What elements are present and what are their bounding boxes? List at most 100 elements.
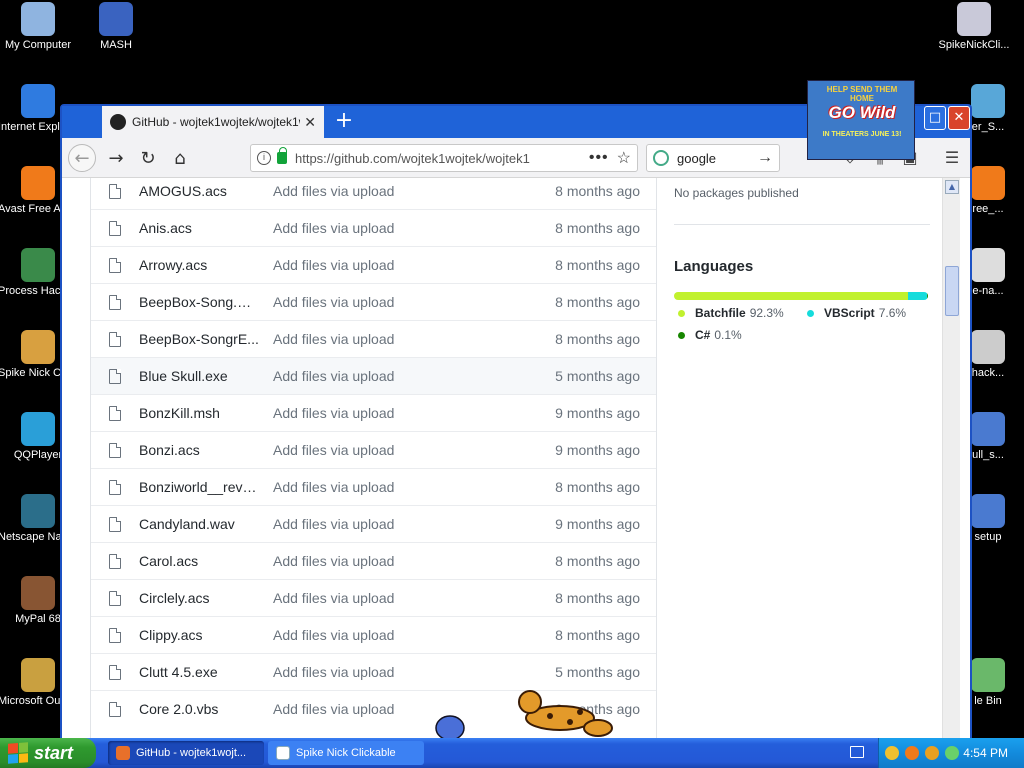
home-button[interactable]: ⌂ — [166, 144, 194, 172]
maximize-button[interactable]: □ — [924, 106, 946, 130]
qqplayer-icon — [21, 412, 55, 446]
scrollbar-thumb[interactable] — [945, 266, 959, 316]
file-row[interactable]: BeepBox-Song.wav Add files via upload 8 mo… — [91, 283, 656, 320]
file-row[interactable]: Blue Skull.exe Add files via upload 5 mont… — [91, 357, 656, 394]
file-name-link[interactable]: Circlely.acs — [139, 590, 259, 606]
clock: 4:54 PM — [963, 746, 1008, 760]
close-window-button[interactable]: ✕ — [948, 106, 970, 130]
taskbar-item-label: GitHub - wojtek1wojt... — [136, 747, 247, 759]
file-row[interactable]: BeepBox-SongrE... Add files via upload 8 m… — [91, 320, 656, 357]
file-name-link[interactable]: Candyland.wav — [139, 516, 259, 532]
desktop-icon-spike-nick[interactable]: SpikeNickCli... — [934, 2, 1014, 52]
menu-icon[interactable]: ☰ — [940, 146, 964, 170]
system-tray: 4:54 PM — [878, 738, 1024, 768]
file-icon — [109, 590, 121, 606]
file-name-link[interactable]: Core 2.0.vbs — [139, 701, 259, 717]
search-input[interactable]: google — [677, 151, 757, 166]
file-icon — [109, 701, 121, 717]
avast-tray-icon[interactable] — [905, 746, 919, 760]
commit-message-link[interactable]: Add files via upload — [273, 479, 453, 495]
file-row[interactable]: Arrowy.acs Add files via upload 8 months a… — [91, 246, 656, 283]
avast-icon — [21, 166, 55, 200]
keyboard-icon[interactable] — [850, 746, 864, 758]
file-row[interactable]: AMOGUS.acs Add files via upload 8 months a… — [91, 178, 656, 209]
file-name-link[interactable]: BonzKill.msh — [139, 405, 259, 421]
address-bar[interactable]: i https://github.com/wojtek1wojtek/wojte… — [250, 144, 638, 172]
start-button[interactable]: start — [0, 738, 96, 768]
commit-message-link[interactable]: Add files via upload — [273, 405, 453, 421]
file-name-link[interactable]: AMOGUS.acs — [139, 183, 259, 199]
file-row[interactable]: Bonziworld__reviv... Add files via upload… — [91, 468, 656, 505]
cartoon-dog-image[interactable] — [420, 688, 620, 742]
file-name-link[interactable]: Bonzi.acs — [139, 442, 259, 458]
file-row[interactable]: BonzKill.msh Add files via upload 9 months… — [91, 394, 656, 431]
file-row[interactable]: Clippy.acs Add files via upload 8 months a… — [91, 616, 656, 653]
commit-message-link[interactable]: Add files via upload — [273, 627, 453, 643]
commit-message-link[interactable]: Add files via upload — [273, 294, 453, 310]
commit-message-link[interactable]: Add files via upload — [273, 516, 453, 532]
reload-button[interactable]: ↻ — [134, 144, 162, 172]
commit-message-link[interactable]: Add files via upload — [273, 220, 453, 236]
commit-message-link[interactable]: Add files via upload — [273, 664, 453, 680]
file-row[interactable]: Anis.acs Add files via upload 8 months ago — [91, 209, 656, 246]
search-engine-icon[interactable] — [653, 150, 669, 166]
file-name-link[interactable]: Anis.acs — [139, 220, 259, 236]
file-row[interactable]: Bonzi.acs Add files via upload 9 months ag… — [91, 431, 656, 468]
scroll-up-icon[interactable]: ▲ — [945, 180, 959, 194]
file-name-link[interactable]: BeepBox-SongrE... — [139, 331, 259, 347]
shield-icon[interactable] — [885, 746, 899, 760]
commit-message-link[interactable]: Add files via upload — [273, 590, 453, 606]
taskbar-item-github[interactable]: GitHub - wojtek1wojt... — [108, 741, 264, 765]
back-button[interactable]: ← — [68, 144, 96, 172]
desktop-icon-mash[interactable]: MASH — [76, 2, 156, 52]
close-tab-icon[interactable]: ✕ — [304, 114, 316, 131]
bookmark-star-icon[interactable]: ☆ — [617, 148, 631, 168]
desktop-icon-computer[interactable]: My Computer — [0, 2, 78, 52]
installer-icon — [971, 84, 1005, 118]
language-item[interactable]: VBScript 7.6% — [807, 306, 906, 320]
commit-message-link[interactable]: Add files via upload — [273, 442, 453, 458]
tab-title: GitHub - wojtek1wojtek/wojtek1w — [132, 115, 301, 129]
window-icon — [276, 746, 290, 760]
commit-message-link[interactable]: Add files via upload — [273, 553, 453, 569]
spike-icon — [21, 330, 55, 364]
vertical-scrollbar[interactable]: ▲ — [942, 178, 960, 738]
commit-message-link[interactable]: Add files via upload — [273, 368, 453, 384]
search-box[interactable]: google → — [646, 144, 780, 172]
search-tray-icon[interactable] — [925, 746, 939, 760]
language-item[interactable]: Batchfile 92.3% — [678, 306, 784, 320]
advert-banner[interactable]: HELP SEND THEM HOME GO Wild IN THEATERS … — [807, 80, 915, 160]
new-tab-button[interactable]: + — [332, 108, 356, 134]
file-row[interactable]: Clutt 4.5.exe Add files via upload 5 month… — [91, 653, 656, 690]
commit-message-link[interactable]: Add files via upload — [273, 183, 453, 199]
info-icon[interactable]: i — [257, 151, 271, 165]
page-actions-icon[interactable]: ••• — [589, 149, 609, 167]
network-icon[interactable] — [945, 746, 959, 760]
tab-github[interactable]: GitHub - wojtek1wojtek/wojtek1w ✕ — [102, 106, 324, 138]
file-name-link[interactable]: BeepBox-Song.wav — [139, 294, 259, 310]
url-text[interactable]: https://github.com/wojtek1wojtek/wojtek1 — [295, 151, 581, 166]
commit-age: 8 months ago — [555, 590, 640, 606]
file-row[interactable]: Carol.acs Add files via upload 8 months ag… — [91, 542, 656, 579]
commit-message-link[interactable]: Add files via upload — [273, 331, 453, 347]
file-name-link[interactable]: Carol.acs — [139, 553, 259, 569]
taskbar: start GitHub - wojtek1wojt... Spike Nick… — [0, 738, 1024, 768]
file-row[interactable]: Candyland.wav Add files via upload 9 month… — [91, 505, 656, 542]
file-name-link[interactable]: Bonziworld__reviv... — [139, 479, 259, 495]
file-icon — [109, 405, 121, 421]
file-name-link[interactable]: Arrowy.acs — [139, 257, 259, 273]
commit-message-link[interactable]: Add files via upload — [273, 257, 453, 273]
file-icon — [971, 248, 1005, 282]
language-item[interactable]: C# 0.1% — [678, 328, 742, 342]
forward-button[interactable]: → — [102, 144, 130, 172]
file-icon — [109, 664, 121, 680]
file-name-link[interactable]: Blue Skull.exe — [139, 368, 259, 384]
search-go-icon[interactable]: → — [757, 149, 773, 167]
file-name-link[interactable]: Clippy.acs — [139, 627, 259, 643]
taskbar-item-spike[interactable]: Spike Nick Clickable — [268, 741, 424, 765]
file-icon — [109, 442, 121, 458]
file-row[interactable]: Circlely.acs Add files via upload 8 months… — [91, 579, 656, 616]
file-name-link[interactable]: Clutt 4.5.exe — [139, 664, 259, 680]
languages-heading: Languages — [674, 258, 754, 275]
setup-icon — [971, 412, 1005, 446]
